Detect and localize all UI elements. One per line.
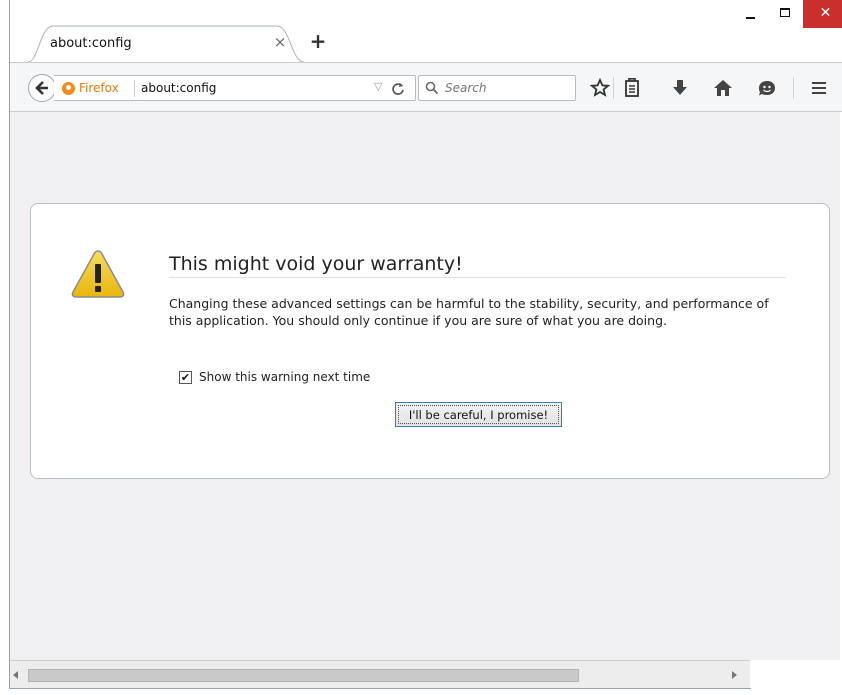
- bookmark-star-icon[interactable]: [588, 76, 612, 100]
- url-bar[interactable]: Firefox about:config ▽: [54, 75, 416, 101]
- minimize-icon: [745, 16, 755, 19]
- show-warning-checkbox[interactable]: ✔: [179, 371, 192, 384]
- tab-strip: about:config × + ✕: [10, 0, 842, 64]
- title-divider: [169, 277, 786, 278]
- page-content: This might void your warranty! Changing …: [10, 112, 840, 660]
- scrollbar-thumb[interactable]: [28, 669, 579, 682]
- horizontal-scrollbar[interactable]: [10, 660, 750, 688]
- url-divider: [134, 80, 135, 97]
- maximize-icon: [780, 8, 790, 17]
- warning-panel: This might void your warranty! Changing …: [30, 203, 830, 479]
- nav-toolbar: Firefox about:config ▽: [10, 62, 842, 112]
- toolbar-separator: [793, 77, 794, 99]
- search-icon: [425, 81, 439, 95]
- accept-risk-button[interactable]: I'll be careful, I promise!: [395, 402, 562, 427]
- new-tab-button[interactable]: +: [308, 31, 328, 52]
- warning-title: This might void your warranty!: [169, 253, 463, 275]
- back-arrow-icon: [35, 81, 48, 95]
- search-bar[interactable]: [418, 75, 576, 101]
- search-input[interactable]: [445, 79, 571, 97]
- tab-about-config[interactable]: about:config ×: [28, 24, 305, 63]
- history-dropmarker-icon[interactable]: ▽: [374, 80, 382, 93]
- warning-triangle-icon: [71, 250, 125, 298]
- window-corner: [750, 660, 842, 695]
- scroll-right-icon[interactable]: [732, 671, 737, 679]
- reload-icon[interactable]: [391, 78, 405, 100]
- warning-description: Changing these advanced settings can be …: [169, 296, 769, 328]
- hello-chat-icon[interactable]: [755, 76, 779, 100]
- close-window-button[interactable]: ✕: [803, 0, 842, 28]
- tab-close-icon[interactable]: ×: [272, 34, 288, 50]
- back-button[interactable]: [28, 74, 56, 102]
- browser-window: about:config × + ✕ Firefox about:config …: [0, 0, 842, 695]
- maximize-button[interactable]: [768, 0, 802, 28]
- home-icon[interactable]: [711, 76, 735, 100]
- reload-arrow-shape: [392, 83, 404, 95]
- scroll-left-icon[interactable]: [13, 671, 18, 679]
- tab-title: about:config: [50, 36, 132, 51]
- show-warning-label[interactable]: Show this warning next time: [199, 370, 370, 384]
- toolbar-separator: [613, 77, 614, 99]
- menu-icon[interactable]: [807, 76, 831, 100]
- reading-list-icon[interactable]: [620, 76, 644, 100]
- firefox-identity-icon[interactable]: [62, 82, 75, 95]
- download-icon[interactable]: [668, 76, 692, 100]
- identity-label[interactable]: Firefox: [79, 81, 119, 95]
- url-text[interactable]: about:config: [141, 81, 216, 95]
- window-frame: [9, 688, 751, 689]
- minimize-button[interactable]: [733, 0, 767, 28]
